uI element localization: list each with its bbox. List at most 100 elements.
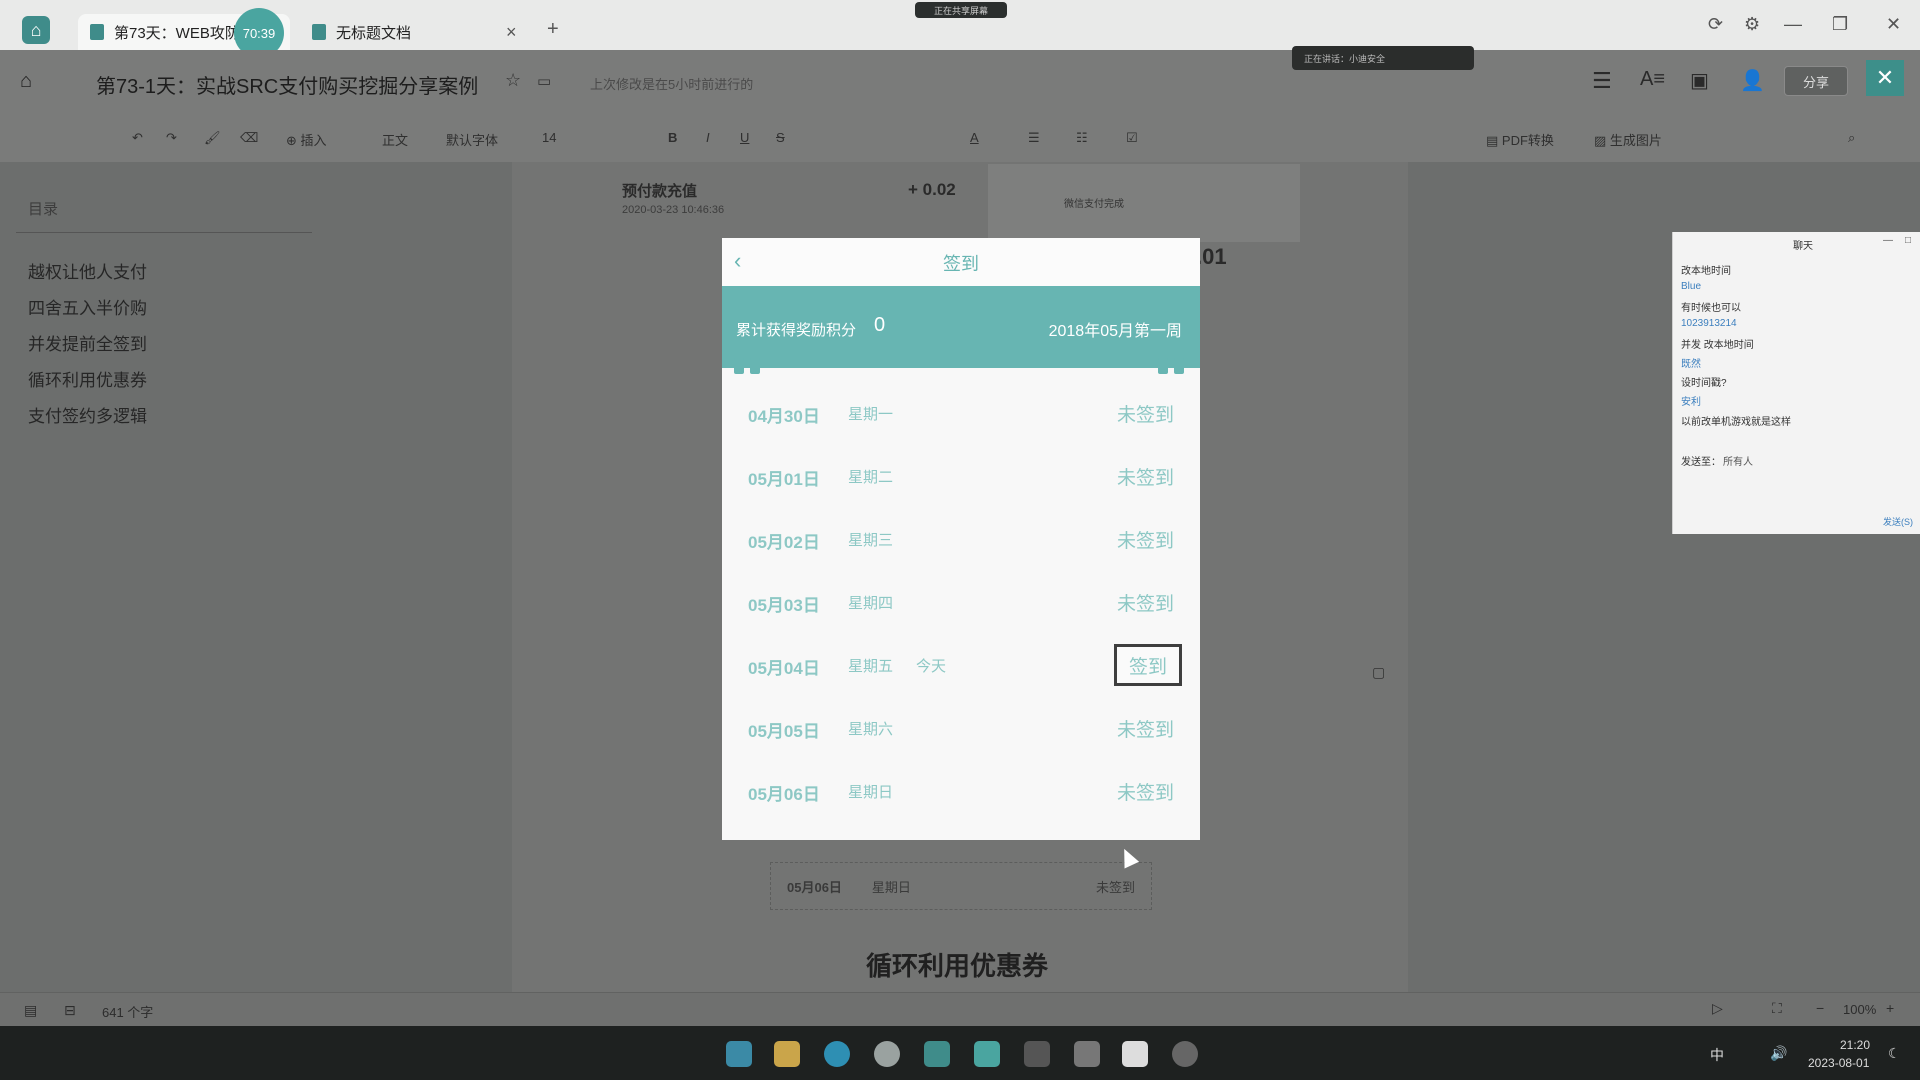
generate-image-button[interactable]: ▨ 生成图片 bbox=[1594, 130, 1662, 149]
font-size-select[interactable]: 14 bbox=[542, 130, 556, 145]
zoom-out-button[interactable]: − bbox=[1816, 1000, 1824, 1016]
screenshot-card-title: 微信支付完成 bbox=[1064, 199, 1124, 210]
zoom-in-button[interactable]: + bbox=[1886, 1000, 1894, 1016]
outline-item[interactable]: 并发提前全签到 bbox=[28, 330, 147, 355]
save-status: 上次修改是在5小时前进行的 bbox=[590, 77, 754, 92]
tab-untitled-doc[interactable]: 无标题文档 × bbox=[312, 14, 522, 50]
section-heading: 循环利用优惠券 bbox=[866, 951, 1049, 981]
close-overlay-button[interactable]: ✕ bbox=[1866, 60, 1904, 96]
outline-title: 目录 bbox=[28, 201, 59, 218]
modal-title: 签到 bbox=[943, 254, 979, 274]
pdf-convert-button[interactable]: ▤ PDF转换 bbox=[1486, 130, 1554, 149]
redo-icon[interactable]: ↷ bbox=[166, 130, 177, 146]
folder-move-icon[interactable]: ▭ bbox=[537, 72, 551, 90]
network-tool-icon[interactable] bbox=[1074, 1041, 1100, 1067]
row-date: 05月04日 bbox=[748, 659, 820, 678]
document-title[interactable]: 第73-1天：实战SRC支付购买挖掘分享案例 bbox=[96, 70, 478, 99]
chat-input[interactable] bbox=[1679, 472, 1915, 510]
send-button[interactable]: 发送(S) bbox=[1883, 515, 1913, 528]
row-weekday: 星期六 bbox=[848, 721, 894, 738]
image-label: 生成图片 bbox=[1609, 133, 1662, 148]
paragraph-style-select[interactable]: 正文 bbox=[382, 130, 408, 149]
chat-maximize-button[interactable]: □ bbox=[1905, 235, 1911, 246]
chrome-browser-icon[interactable] bbox=[874, 1041, 900, 1067]
chat-sender: Blue bbox=[1681, 281, 1702, 292]
edge-browser-icon[interactable] bbox=[824, 1041, 850, 1067]
clear-format-icon[interactable]: ⌫ bbox=[240, 130, 258, 146]
volume-icon[interactable]: 🔊 bbox=[1770, 1045, 1787, 1062]
window-close-button[interactable]: ✕ bbox=[1886, 14, 1901, 35]
insert-label: 插入 bbox=[300, 133, 327, 148]
outline-item[interactable]: 越权让他人支付 bbox=[28, 258, 147, 283]
format-painter-icon[interactable]: 🖌 bbox=[204, 130, 221, 146]
signin-row: 05月03日 星期四 未签到 bbox=[722, 571, 1200, 634]
minimize-button[interactable]: — bbox=[1784, 14, 1802, 35]
points-label: 累计获得奖励积分 bbox=[736, 322, 857, 339]
signin-button[interactable]: 签到 bbox=[1114, 644, 1182, 686]
search-icon[interactable]: ⌕ bbox=[1848, 130, 1855, 146]
play-icon[interactable]: ▷ bbox=[1712, 1000, 1723, 1017]
new-tab-button[interactable]: + bbox=[547, 18, 559, 41]
outline-item[interactable]: 支付签约多逻辑 bbox=[28, 402, 147, 427]
outline-item[interactable]: 四舍五入半价购 bbox=[28, 294, 147, 319]
text-format-icon[interactable]: A≡ bbox=[1640, 68, 1665, 91]
checkbox-icon[interactable]: ☑ bbox=[1126, 130, 1138, 146]
fullscreen-icon[interactable]: ⛶ bbox=[1772, 1000, 1782, 1017]
row-date: 05月02日 bbox=[748, 533, 820, 552]
chat-title: 聊天 bbox=[1793, 241, 1813, 252]
clock-date[interactable]: 2023-08-01 bbox=[1808, 1056, 1869, 1070]
undo-icon[interactable]: ↶ bbox=[132, 130, 143, 146]
tab-close-icon[interactable]: × bbox=[506, 22, 517, 43]
font-color-icon[interactable]: A bbox=[970, 130, 979, 145]
app-logo-icon[interactable]: ⌂ bbox=[22, 16, 50, 44]
restore-button[interactable]: ❐ bbox=[1832, 14, 1848, 35]
chat-message: 设时间戳? bbox=[1681, 378, 1727, 389]
taskbar bbox=[0, 1026, 1920, 1080]
notification-icon[interactable]: ☾ bbox=[1888, 1045, 1901, 1062]
underline-icon[interactable]: U bbox=[740, 130, 749, 145]
document-icon bbox=[312, 24, 326, 40]
notepad-app-icon[interactable] bbox=[1122, 1041, 1148, 1067]
star-icon[interactable]: ☆ bbox=[505, 70, 521, 91]
chat-message: 以前改单机游戏就是这样 bbox=[1681, 417, 1791, 428]
word-count[interactable]: 641 个字 bbox=[102, 1002, 153, 1021]
collaborator-icon[interactable]: 👤 bbox=[1740, 68, 1765, 93]
start-menu-icon[interactable] bbox=[726, 1041, 752, 1067]
bullet-list-icon[interactable]: ☰ bbox=[1028, 130, 1040, 146]
row-status: 未签到 bbox=[1116, 594, 1174, 615]
row-date: 05月06日 bbox=[748, 785, 820, 804]
font-family-select[interactable]: 默认字体 bbox=[446, 130, 498, 149]
menu-icon[interactable]: ☰ bbox=[1592, 68, 1612, 94]
docs-app-icon[interactable] bbox=[924, 1041, 950, 1067]
numbered-list-icon[interactable]: ☷ bbox=[1076, 130, 1088, 146]
outline-item[interactable]: 循环利用优惠券 bbox=[28, 366, 147, 391]
file-explorer-icon[interactable] bbox=[774, 1041, 800, 1067]
page-view-icon[interactable]: ⊟ bbox=[64, 1002, 76, 1019]
recipient-select[interactable]: 所有人 bbox=[1723, 453, 1753, 468]
terminal-app-icon[interactable] bbox=[1024, 1041, 1050, 1067]
binder-clip bbox=[734, 358, 744, 374]
home-icon[interactable]: ⌂ bbox=[20, 70, 32, 93]
comment-icon[interactable]: ▢ bbox=[1372, 664, 1385, 681]
photos-app-icon[interactable] bbox=[974, 1041, 1000, 1067]
row-weekday: 星期四 bbox=[848, 595, 894, 612]
settings-gear-icon[interactable]: ⚙ bbox=[1744, 14, 1760, 35]
chat-minimize-button[interactable]: — bbox=[1883, 235, 1893, 246]
bold-icon[interactable]: B bbox=[668, 130, 677, 145]
strikethrough-icon[interactable]: S bbox=[776, 130, 785, 145]
screen-recorder-icon[interactable] bbox=[1172, 1041, 1198, 1067]
insert-button[interactable]: ⊕ 插入 bbox=[286, 130, 327, 149]
ime-indicator[interactable]: 中 bbox=[1710, 1045, 1724, 1065]
outline-toggle-icon[interactable]: ▤ bbox=[24, 1002, 37, 1019]
binder-clip bbox=[1174, 358, 1184, 374]
prepay-label: 预付款充值 bbox=[622, 183, 698, 200]
clock-time[interactable]: 21:20 bbox=[1840, 1038, 1870, 1052]
refresh-icon[interactable]: ⟳ bbox=[1708, 14, 1723, 35]
italic-icon[interactable]: I bbox=[706, 130, 710, 145]
document-icon bbox=[90, 24, 104, 40]
row-status: 未签到 bbox=[1116, 405, 1174, 426]
screenshot-amount: .01 bbox=[1196, 244, 1227, 269]
share-button[interactable]: 分享 bbox=[1784, 66, 1848, 96]
send-to-label: 发送至： bbox=[1681, 457, 1721, 468]
present-icon[interactable]: ▣ bbox=[1690, 68, 1709, 93]
